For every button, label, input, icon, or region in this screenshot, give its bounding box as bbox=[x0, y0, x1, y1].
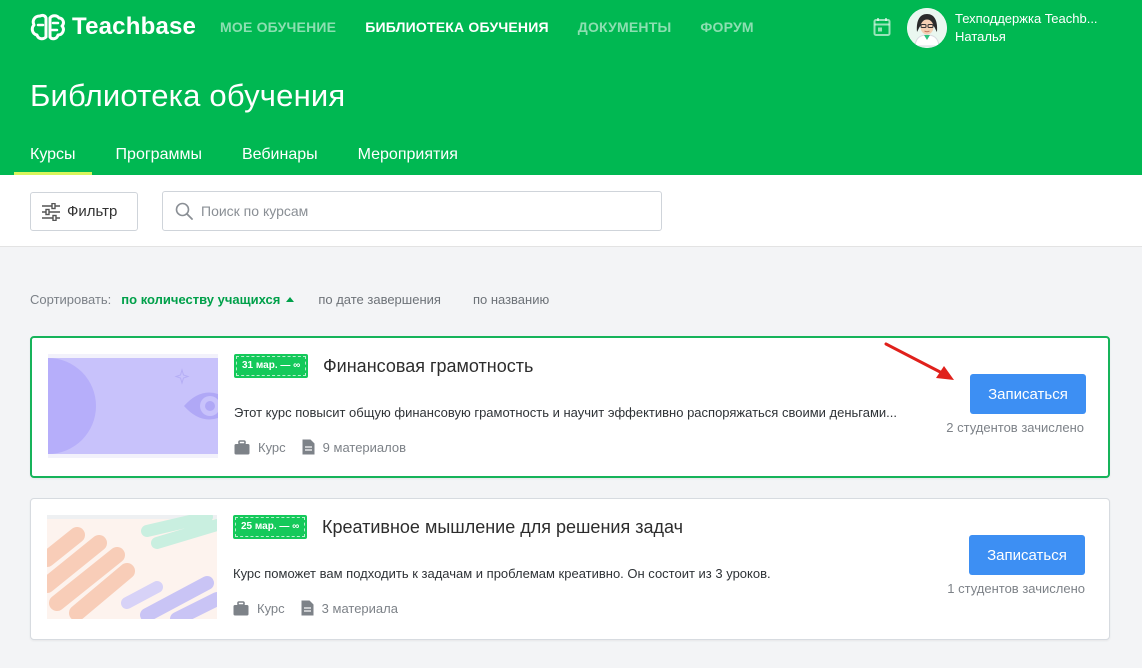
user-subname: Наталья bbox=[955, 29, 1006, 44]
sort-by-students-label: по количеству учащихся bbox=[121, 292, 281, 307]
tab-programs[interactable]: Программы bbox=[100, 135, 218, 175]
course-materials: 9 материалов bbox=[322, 439, 407, 455]
course-cover-image bbox=[48, 354, 218, 458]
sort-label: Сортировать: bbox=[30, 292, 112, 307]
students-count: 1 студентов зачислено bbox=[947, 581, 1085, 596]
course-meta: Курс 9 материалов bbox=[234, 439, 422, 455]
nav-forum[interactable]: ФОРУМ bbox=[700, 18, 753, 36]
enroll-button[interactable]: Записаться bbox=[969, 535, 1085, 575]
document-icon bbox=[301, 600, 314, 616]
user-info[interactable]: Техподдержка Teachb... Наталья bbox=[955, 10, 1125, 46]
section-tabs: Курсы Программы Вебинары Мероприятия bbox=[14, 135, 482, 175]
search-icon bbox=[175, 202, 193, 220]
briefcase-icon bbox=[234, 439, 250, 454]
students-count: 2 студентов зачислено bbox=[946, 420, 1084, 435]
tab-courses[interactable]: Курсы bbox=[14, 135, 92, 175]
top-header: Teachbase МОЕ ОБУЧЕНИЕ БИБЛИОТЕКА ОБУЧЕН… bbox=[0, 0, 1142, 175]
course-title[interactable]: Финансовая грамотность bbox=[323, 356, 533, 377]
nav-documents[interactable]: ДОКУМЕНТЫ bbox=[578, 18, 672, 36]
sort-by-students[interactable]: по количеству учащихся bbox=[121, 292, 295, 307]
course-cover-image bbox=[47, 515, 217, 619]
search-box[interactable] bbox=[162, 191, 662, 231]
brain-logo-icon bbox=[30, 13, 65, 41]
course-card[interactable]: 25 мар. — ∞ Креативное мышление для реше… bbox=[30, 498, 1110, 640]
user-avatar-icon bbox=[907, 8, 947, 48]
filter-label: Фильтр bbox=[67, 203, 118, 220]
filter-button[interactable]: Фильтр bbox=[30, 192, 138, 231]
tab-events[interactable]: Мероприятия bbox=[342, 135, 474, 175]
calendar-icon[interactable] bbox=[873, 17, 891, 42]
briefcase-icon bbox=[233, 600, 249, 615]
logo-text: Teachbase bbox=[72, 13, 197, 40]
search-input[interactable] bbox=[201, 203, 641, 219]
tab-webinars[interactable]: Вебинары bbox=[226, 135, 334, 175]
course-title[interactable]: Креативное мышление для решения задач bbox=[322, 517, 683, 538]
date-badge: 31 мар. — ∞ bbox=[234, 354, 309, 378]
course-description: Этот курс повысит общую финансовую грамо… bbox=[234, 405, 897, 420]
logo[interactable]: Teachbase bbox=[30, 10, 196, 44]
annotation-arrow-icon bbox=[884, 342, 954, 380]
toolbar: Фильтр bbox=[0, 175, 1142, 247]
course-thumbnail bbox=[47, 515, 217, 619]
page-title: Библиотека обучения bbox=[30, 78, 346, 113]
course-type: Курс bbox=[258, 439, 286, 455]
course-meta: Курс 3 материала bbox=[233, 600, 414, 616]
sliders-icon bbox=[42, 202, 60, 221]
course-type: Курс bbox=[257, 600, 285, 616]
sort-by-end-date[interactable]: по дате завершения bbox=[318, 292, 441, 307]
avatar[interactable] bbox=[907, 8, 947, 48]
nav-library[interactable]: БИБЛИОТЕКА ОБУЧЕНИЯ bbox=[365, 18, 549, 36]
course-thumbnail bbox=[48, 354, 218, 458]
sort-bar: Сортировать: по количеству учащихся по д… bbox=[30, 292, 549, 307]
enroll-button[interactable]: Записаться bbox=[970, 374, 1086, 414]
main-nav: МОЕ ОБУЧЕНИЕ БИБЛИОТЕКА ОБУЧЕНИЯ ДОКУМЕН… bbox=[220, 18, 783, 36]
document-icon bbox=[302, 439, 315, 455]
date-badge: 25 мар. — ∞ bbox=[233, 515, 308, 539]
course-materials: 3 материала bbox=[321, 600, 398, 616]
nav-my-learning[interactable]: МОЕ ОБУЧЕНИЕ bbox=[220, 18, 336, 36]
sort-by-name[interactable]: по названию bbox=[473, 292, 549, 307]
sort-ascending-icon bbox=[286, 297, 295, 302]
user-name: Техподдержка Teachb... bbox=[955, 11, 1098, 26]
course-description: Курс поможет вам подходить к задачам и п… bbox=[233, 566, 771, 581]
